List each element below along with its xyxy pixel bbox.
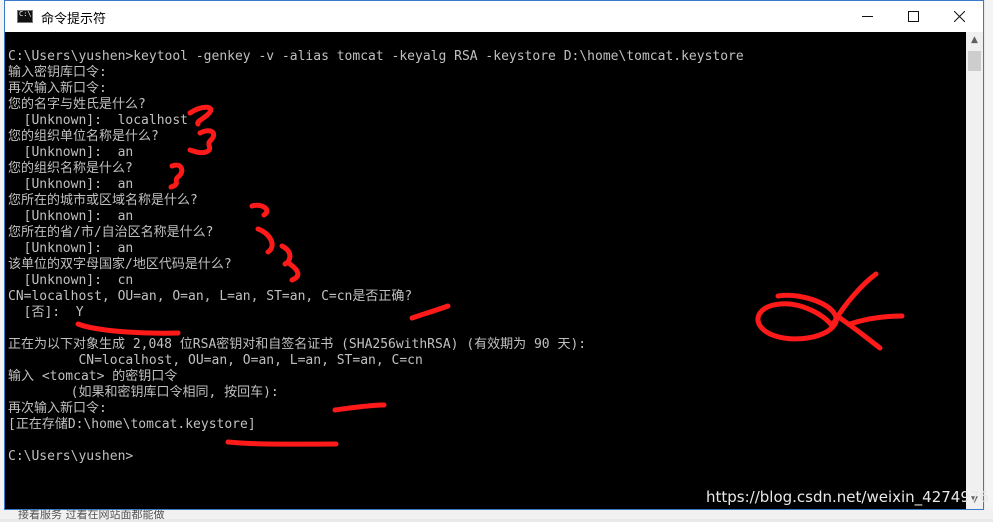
- console-line: 您的组织名称是什么?: [8, 161, 133, 176]
- console-line: [Unknown]: an: [8, 241, 134, 256]
- vertical-scrollbar[interactable]: ▲ ▼: [966, 32, 983, 509]
- title-bar[interactable]: 命令提示符: [5, 1, 983, 32]
- console-line: [Unknown]: cn: [8, 273, 134, 288]
- console-line: (如果和密钥库口令相同, 按回车):: [8, 385, 279, 400]
- console-line: [Unknown]: localhost: [8, 113, 189, 128]
- console-line: [Unknown]: an: [8, 209, 134, 224]
- console-line: [正在存储D:\home\tomcat.keystore]: [8, 417, 256, 432]
- console-line: 您所在的城市或区域名称是什么?: [8, 193, 198, 208]
- console-line: [否]: Y: [8, 305, 84, 320]
- maximize-icon: [907, 11, 919, 22]
- console-line: 输入密钥库口令:: [8, 65, 107, 80]
- minimize-icon: [861, 16, 873, 17]
- cmd-app-icon[interactable]: [17, 10, 33, 23]
- console-output[interactable]: C:\Users\yushen>keytool -genkey -v -alia…: [5, 32, 966, 509]
- console-line: CN=localhost, OU=an, O=an, L=an, ST=an, …: [8, 353, 423, 368]
- window-title: 命令提示符: [41, 12, 107, 27]
- scroll-up-arrow-icon[interactable]: ▲: [966, 32, 983, 49]
- console-line: 再次输入新口令:: [8, 401, 107, 416]
- console-line: [Unknown]: an: [8, 145, 134, 160]
- maximize-button[interactable]: [890, 1, 936, 32]
- console-line: [Unknown]: an: [8, 177, 134, 192]
- close-button[interactable]: [936, 1, 982, 32]
- close-icon: [953, 10, 965, 23]
- console-line: 您的组织单位名称是什么?: [8, 129, 159, 144]
- minimize-button[interactable]: [844, 1, 890, 32]
- scrollbar-thumb[interactable]: [968, 51, 981, 71]
- console-line: 输入 <tomcat> 的密钥口令: [8, 369, 178, 384]
- console-line: CN=localhost, OU=an, O=an, L=an, ST=an, …: [8, 289, 413, 304]
- csdn-watermark: https://blog.csdn.net/weixin_4274976: [706, 488, 989, 506]
- background-page-right-strip: [985, 0, 993, 519]
- console-line: 您所在的省/市/自治区名称是什么?: [8, 225, 214, 240]
- console-line-prompt: C:\Users\yushen>: [8, 449, 134, 464]
- console-line: 该单位的双字母国家/地区代码是什么?: [8, 257, 232, 272]
- console-line: 正在为以下对象生成 2,048 位RSA密钥对和自签名证书 (SHA256wit…: [8, 337, 587, 352]
- console-line: 再次输入新口令:: [8, 81, 107, 96]
- console-line: 您的名字与姓氏是什么?: [8, 97, 146, 112]
- console-line-command: C:\Users\yushen>keytool -genkey -v -alia…: [8, 49, 744, 64]
- cmd-window[interactable]: 命令提示符 C:\Users\yushen>keytool -genkey -v…: [4, 0, 984, 510]
